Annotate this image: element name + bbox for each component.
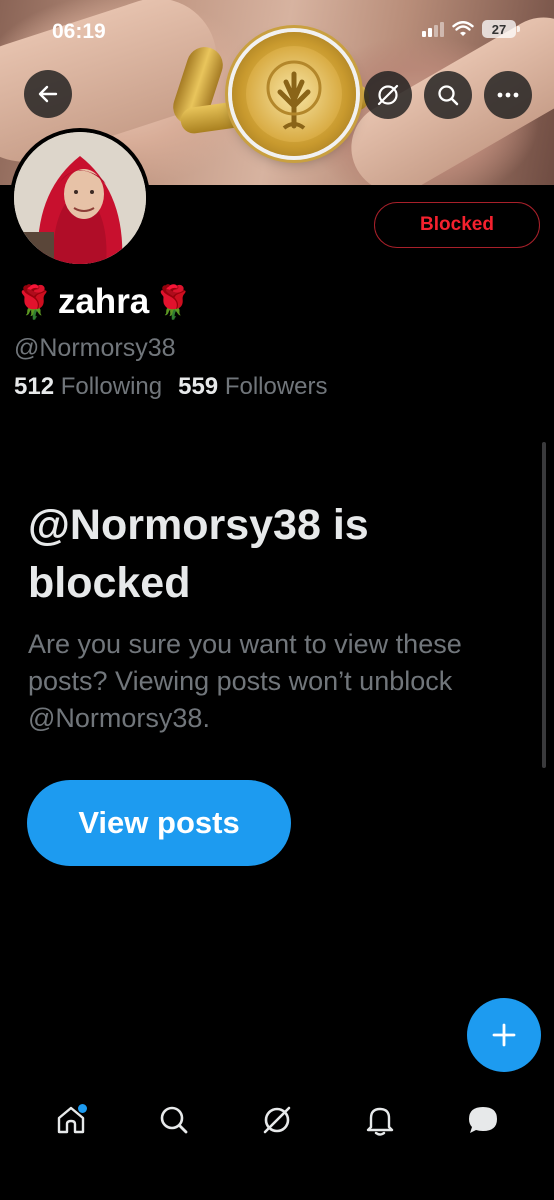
ring-pendant [232, 32, 356, 156]
grok-button[interactable] [364, 71, 412, 119]
blocked-button[interactable]: Blocked [374, 202, 540, 248]
status-time: 06:19 [52, 20, 106, 43]
rose-emoji-right: 🌹 [153, 284, 194, 320]
follow-stats: 512 Following 559 Followers [14, 373, 328, 401]
following-label: Following [60, 373, 163, 400]
more-button[interactable] [484, 71, 532, 119]
back-button[interactable] [24, 70, 72, 118]
grok-icon [263, 1106, 291, 1134]
display-name: zahra [57, 282, 150, 321]
arrow-left-icon [38, 85, 58, 103]
following-count: 512 [14, 373, 55, 400]
view-posts-button[interactable]: View posts [27, 780, 291, 866]
battery-indicator: 27 [482, 20, 520, 38]
followers-label: Followers [224, 373, 328, 400]
avatar[interactable] [10, 128, 150, 268]
plus-icon [492, 1023, 516, 1047]
nav-messages[interactable] [455, 1092, 511, 1148]
following-link[interactable]: 512 Following [14, 373, 162, 401]
wifi-icon [452, 20, 474, 36]
bottom-navigation [0, 1085, 554, 1155]
blocked-description: Are you sure you want to view these post… [28, 629, 462, 733]
notifications-icon [366, 1107, 393, 1136]
followers-count: 559 [178, 373, 219, 400]
profile-handle: @Normorsy38 [14, 334, 176, 362]
nav-notifications[interactable] [352, 1092, 408, 1148]
rose-emoji-left: 🌹 [14, 284, 54, 320]
avatar-photo [14, 132, 146, 264]
blocked-title: @Normorsy38 is blocked [28, 501, 369, 607]
scrollbar[interactable] [542, 442, 546, 768]
followers-link[interactable]: 559 Followers [178, 373, 327, 401]
tree-of-life-charm [246, 46, 342, 142]
nav-home[interactable] [43, 1092, 99, 1148]
cellular-signal-icon [422, 21, 444, 37]
grok-icon [377, 84, 399, 106]
more-icon [497, 92, 519, 98]
nav-search[interactable] [146, 1092, 202, 1148]
search-button[interactable] [424, 71, 472, 119]
nav-grok[interactable] [249, 1092, 305, 1148]
search-icon [438, 85, 459, 106]
status-indicators: 27 [422, 20, 520, 38]
compose-post-button[interactable] [467, 998, 541, 1072]
profile-name: 🌹 zahra 🌹 [14, 282, 193, 322]
messages-icon [468, 1107, 497, 1133]
search-icon [160, 1106, 188, 1134]
